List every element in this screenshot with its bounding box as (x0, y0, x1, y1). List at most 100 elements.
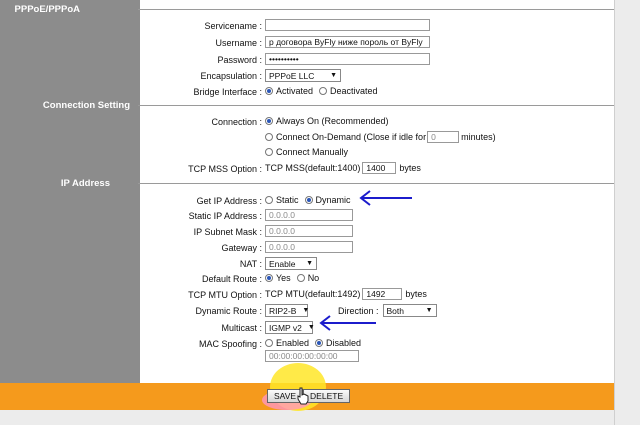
password-label: Password : (217, 55, 262, 65)
nat-select[interactable]: Enable ▼ (265, 257, 317, 270)
username-label: Username : (215, 38, 262, 48)
arrow-annotation-icon (319, 315, 376, 331)
scrollbar[interactable] (614, 0, 640, 425)
bridge-options: Activated Deactivated (265, 86, 378, 96)
mac-address-input[interactable]: 00:00:00:00:00:00 (265, 350, 359, 362)
default-route-no-radio[interactable] (296, 274, 305, 282)
mac-disabled-label: Disabled (326, 338, 362, 348)
minutes-label: minutes) (461, 132, 496, 142)
section-divider (138, 9, 614, 10)
chevron-down-icon: ▼ (302, 307, 310, 314)
encapsulation-value: PPPoE LLC (269, 70, 315, 81)
section-divider (138, 183, 614, 184)
tcp-mss-wrap: TCP MSS(default:1400) 1400 bytes (265, 162, 421, 174)
gateway-label: Gateway : (221, 243, 262, 253)
bridge-deactivated-label: Deactivated (330, 86, 378, 96)
chevron-down-icon: ▼ (307, 324, 315, 331)
section-pppoe: PPPoE/PPPoA (14, 4, 80, 15)
chevron-down-icon: ▼ (306, 260, 313, 267)
bridge-label: Bridge Interface : (193, 87, 262, 97)
delete-button[interactable]: DELETE (303, 389, 351, 403)
encapsulation-wrap: PPPoE LLC ▼ (265, 69, 341, 82)
tcp-mss-label: TCP MSS Option : (188, 164, 262, 174)
default-route-no-label: No (307, 273, 320, 283)
gateway-wrap: 0.0.0.0 (265, 241, 353, 253)
get-ip-label: Get IP Address : (196, 196, 262, 206)
section-connection: Connection Setting (42, 100, 130, 111)
hand-cursor-icon (297, 387, 309, 405)
on-demand-label: Connect On-Demand (Close if idle for (276, 132, 427, 142)
username-field-wrap: р договора ByFly ниже пороль от ByFly (265, 36, 430, 48)
default-route-yes-radio[interactable] (265, 274, 273, 282)
section-divider (138, 105, 614, 106)
direction-select[interactable]: Both ▼ (382, 304, 437, 317)
mac-enabled-radio[interactable] (265, 339, 273, 347)
servicename-label: Servicename : (204, 21, 262, 31)
password-field-wrap: •••••••••• (265, 53, 430, 65)
tcp-mtu-bytes: bytes (405, 289, 427, 299)
nat-label: NAT : (239, 259, 262, 269)
dynamic-route-value: RIP2-B (269, 305, 297, 316)
servicename-field-wrap (265, 19, 430, 31)
servicename-input[interactable] (265, 19, 430, 31)
subnet-label: IP Subnet Mask : (193, 227, 262, 237)
bridge-deactivated-radio[interactable] (319, 87, 328, 95)
encapsulation-select[interactable]: PPPoE LLC ▼ (265, 69, 341, 82)
tcp-mss-input[interactable]: 1400 (362, 162, 397, 174)
nat-value: Enable (269, 258, 296, 269)
manual-label: Connect Manually (276, 147, 349, 157)
always-on-radio[interactable] (265, 117, 273, 125)
connection-label: Connection : (211, 117, 262, 127)
tcp-mtu-input[interactable]: 1492 (362, 288, 403, 300)
dynamic-route-select[interactable]: RIP2-B ▼ (265, 304, 310, 317)
multicast-wrap: IGMP v2 ▼ (265, 321, 315, 334)
tcp-mss-text: TCP MSS(default:1400) (265, 163, 361, 173)
username-input[interactable]: р договора ByFly ниже пороль от ByFly (265, 36, 430, 48)
static-ip-wrap: 0.0.0.0 (265, 209, 353, 221)
arrow-annotation-icon (359, 190, 412, 206)
static-ip-input[interactable]: 0.0.0.0 (265, 209, 353, 221)
multicast-select[interactable]: IGMP v2 ▼ (265, 321, 315, 334)
mac-address-wrap: 00:00:00:00:00:00 (265, 350, 359, 362)
nat-wrap: Enable ▼ (265, 257, 317, 270)
connection-manual: Connect Manually (265, 147, 348, 157)
mac-spoofing-options: Enabled Disabled (265, 338, 361, 348)
dynamic-route-label: Dynamic Route : (195, 306, 262, 316)
on-demand-radio[interactable] (265, 133, 273, 141)
direction-value: Both (386, 305, 405, 316)
subnet-wrap: 0.0.0.0 (265, 225, 353, 237)
mac-disabled-radio[interactable] (315, 339, 324, 347)
bridge-activated-radio[interactable] (265, 87, 273, 95)
left-sidebar (0, 0, 140, 385)
connection-always-on: Always On (Recommended) (265, 116, 389, 126)
mac-spoofing-label: MAC Spoofing : (198, 339, 262, 349)
get-ip-options: Static Dynamic (265, 195, 351, 205)
direction-label: Direction : (338, 305, 379, 316)
chevron-down-icon: ▼ (330, 72, 337, 79)
manual-radio[interactable] (265, 148, 273, 156)
tcp-mtu-text: TCP MTU(default:1492) (265, 289, 361, 299)
idle-minutes-input[interactable]: 0 (427, 131, 460, 143)
section-ip: IP Address (60, 178, 110, 189)
connection-on-demand: Connect On-Demand (Close if idle for 0 m… (265, 131, 496, 143)
password-input[interactable]: •••••••••• (265, 53, 430, 65)
encapsulation-label: Encapsulation : (200, 71, 262, 81)
default-route-options: Yes No (265, 273, 319, 283)
default-route-yes-label: Yes (276, 273, 291, 283)
dynamic-radio[interactable] (304, 196, 313, 204)
bridge-activated-label: Activated (276, 86, 314, 96)
chevron-down-icon: ▼ (425, 307, 433, 314)
subnet-input[interactable]: 0.0.0.0 (265, 225, 353, 237)
gateway-input[interactable]: 0.0.0.0 (265, 241, 353, 253)
footer-strip (0, 410, 614, 425)
tcp-mtu-wrap: TCP MTU(default:1492) 1492 bytes (265, 288, 427, 300)
static-label: Static (276, 195, 299, 205)
static-ip-label: Static IP Address : (188, 211, 262, 221)
default-route-label: Default Route : (201, 274, 262, 284)
multicast-label: Multicast : (221, 323, 262, 333)
tcp-mss-bytes: bytes (399, 163, 421, 173)
static-radio[interactable] (265, 196, 273, 204)
multicast-value: IGMP v2 (269, 322, 302, 333)
always-on-label: Always On (Recommended) (276, 116, 389, 126)
mac-enabled-label: Enabled (276, 338, 310, 348)
